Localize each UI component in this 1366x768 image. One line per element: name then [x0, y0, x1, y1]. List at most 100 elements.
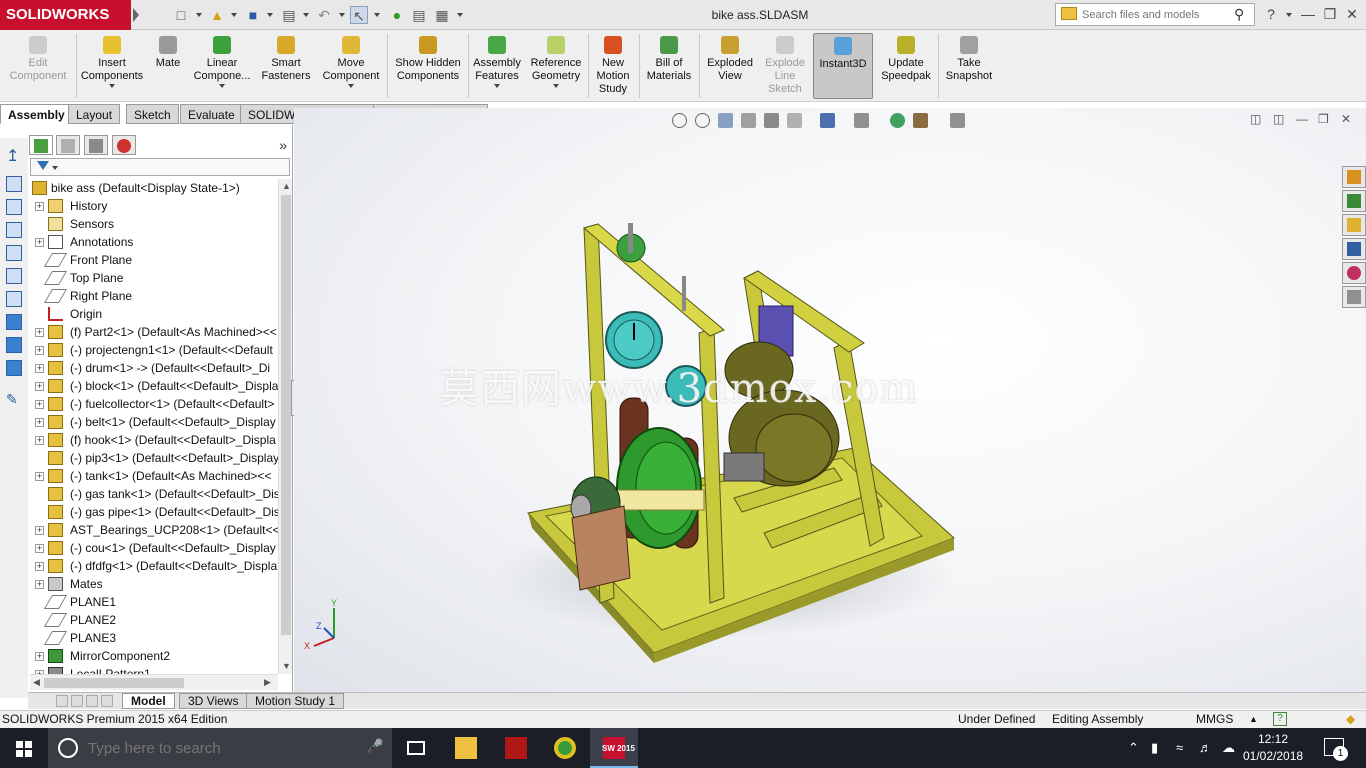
help-button[interactable]: ? — [1273, 712, 1287, 726]
restore-button[interactable]: ❐ — [1320, 4, 1340, 24]
tree-item[interactable]: + Annotations — [28, 233, 278, 251]
solidworks-logo[interactable]: SOLIDWORKS — [0, 0, 131, 30]
move-component-button[interactable]: Move Component — [318, 33, 384, 99]
mate-button[interactable]: Mate — [150, 33, 186, 99]
next-tab-icon[interactable] — [86, 695, 98, 707]
expand-icon[interactable]: + — [35, 202, 44, 211]
tree-item[interactable]: PLANE1 — [28, 593, 278, 611]
new-dropdown-icon[interactable] — [196, 13, 202, 17]
apply-scene-icon[interactable] — [913, 113, 928, 128]
first-tab-icon[interactable] — [56, 695, 68, 707]
volume-icon[interactable]: ♬ — [1199, 740, 1212, 755]
task-pane-appearances[interactable] — [1342, 262, 1366, 284]
tree-item[interactable]: + (f) Part2<1> (Default<As Machined><< — [28, 323, 278, 341]
new-document-icon[interactable]: □ — [172, 6, 190, 24]
onedrive-icon[interactable]: ☁ — [1222, 740, 1235, 756]
unit-system[interactable]: MMGS — [1196, 711, 1233, 728]
task-pane-home[interactable] — [1342, 166, 1366, 188]
search-box[interactable]: ⚲ — [1055, 3, 1255, 26]
right-view-icon[interactable] — [6, 245, 22, 261]
tab-model[interactable]: Model — [122, 693, 175, 709]
tab-evaluate[interactable]: Evaluate — [180, 104, 243, 124]
tree-item[interactable]: + MirrorComponent2 — [28, 647, 278, 665]
graphics-viewport[interactable]: Y X Z 莫西网www.3dmox.com ◫ ◫ — ❐ ✕ — [294, 108, 1366, 693]
tab-feature-manager[interactable] — [29, 135, 53, 155]
tab-sketch[interactable]: Sketch — [126, 104, 179, 124]
wifi-icon[interactable]: ≈ — [1176, 740, 1183, 755]
insert-dropdown-icon[interactable] — [109, 84, 115, 88]
tree-item[interactable]: + (f) hook<1> (Default<<Default>_Displa — [28, 431, 278, 449]
tree-item[interactable]: Top Plane — [28, 269, 278, 287]
tab-3d-views[interactable]: 3D Views — [179, 693, 248, 709]
display-style-icon[interactable] — [820, 113, 835, 128]
tree-item[interactable]: + (-) block<1> (Default<<Default>_Displa — [28, 377, 278, 395]
more-tabs-icon[interactable]: » — [279, 137, 287, 153]
hide-show-items-icon[interactable] — [854, 113, 869, 128]
features-dropdown-icon[interactable] — [494, 84, 500, 88]
expand-icon[interactable]: + — [35, 364, 44, 373]
open-folder-icon[interactable]: ▲ — [208, 6, 226, 24]
expand-icon[interactable]: + — [35, 418, 44, 427]
expand-icon[interactable]: + — [35, 328, 44, 337]
linear-pattern-button[interactable]: Linear Compone... — [190, 33, 254, 99]
taskbar-search[interactable]: 🎤 — [48, 728, 392, 768]
viewport-tile-icon[interactable]: ◫ — [1273, 112, 1284, 126]
clock[interactable]: 12:12 01/02/2018 — [1243, 731, 1303, 765]
expand-icon[interactable]: + — [35, 472, 44, 481]
tree-item[interactable]: + (-) drum<1> -> (Default<<Default>_Di — [28, 359, 278, 377]
reference-dropdown-icon[interactable] — [553, 84, 559, 88]
tree-horizontal-scrollbar[interactable]: ◀ ▶ — [30, 674, 278, 690]
tree-item[interactable]: + History — [28, 197, 278, 215]
new-motion-study-button[interactable]: New Motion Study — [590, 33, 636, 99]
left-view-icon[interactable] — [6, 222, 22, 238]
print-icon[interactable]: ▤ — [280, 6, 298, 24]
instant3d-button[interactable]: Instant3D — [813, 33, 873, 99]
tree-item[interactable]: PLANE3 — [28, 629, 278, 647]
zoom-to-fit-icon[interactable] — [672, 113, 687, 128]
move-dropdown-icon[interactable] — [348, 84, 354, 88]
viewport-restore-icon[interactable]: ❐ — [1318, 112, 1329, 126]
tree-item[interactable]: + (-) dfdfg<1> (Default<<Default>_Displa — [28, 557, 278, 575]
show-hidden-components-button[interactable]: Show Hidden Components — [390, 33, 466, 99]
expand-icon[interactable]: + — [35, 544, 44, 553]
tree-item[interactable]: Front Plane — [28, 251, 278, 269]
back-view-icon[interactable] — [6, 199, 22, 215]
tree-item[interactable]: Right Plane — [28, 287, 278, 305]
tree-item[interactable]: + (-) cou<1> (Default<<Default>_Display — [28, 539, 278, 557]
select-dropdown-icon[interactable] — [374, 13, 380, 17]
dimetric-view-icon[interactable] — [6, 360, 22, 376]
microphone-icon[interactable]: 🎤 — [366, 738, 383, 755]
help-dropdown-icon[interactable] — [1286, 13, 1292, 17]
task-pane-file-explorer[interactable] — [1342, 238, 1366, 260]
scroll-right-icon[interactable]: ▶ — [264, 677, 271, 688]
expand-icon[interactable]: + — [35, 436, 44, 445]
tab-layout[interactable]: Layout — [68, 104, 121, 124]
tree-item[interactable]: + (-) belt<1> (Default<<Default>_Display — [28, 413, 278, 431]
tree-item[interactable]: + AST_Bearings_UCP208<1> (Default<<D — [28, 521, 278, 539]
top-view-icon[interactable] — [6, 268, 22, 284]
help-icon[interactable]: ? — [1261, 4, 1281, 24]
dynamic-annotation-icon[interactable] — [764, 113, 779, 128]
scroll-up-icon[interactable]: ▲ — [282, 181, 291, 191]
file-properties-icon[interactable]: ▤ — [410, 6, 428, 24]
normal-to-icon[interactable]: ↥ — [6, 146, 22, 165]
task-pane-resources[interactable] — [1342, 190, 1366, 212]
tab-display-manager[interactable] — [112, 135, 136, 155]
smart-fasteners-button[interactable]: Smart Fasteners — [256, 33, 316, 99]
section-view-icon[interactable] — [741, 113, 756, 128]
task-pane-custom-properties[interactable] — [1342, 286, 1366, 308]
minimize-button[interactable]: — — [1298, 4, 1318, 24]
scroll-left-icon[interactable]: ◀ — [33, 677, 40, 688]
last-tab-icon[interactable] — [101, 695, 113, 707]
rebuild-icon[interactable]: ● — [388, 6, 406, 24]
tree-item[interactable]: + (-) projectengn1<1> (Default<<Default — [28, 341, 278, 359]
rebuild-status-icon[interactable]: ◆ — [1346, 711, 1355, 728]
tree-vertical-scrollbar[interactable]: ▲ ▼ — [278, 179, 292, 674]
insert-components-button[interactable]: Insert Components — [78, 33, 146, 99]
scroll-thumb[interactable] — [44, 678, 184, 688]
expand-icon[interactable]: + — [35, 382, 44, 391]
tab-assembly[interactable]: Assembly — [0, 104, 73, 124]
tab-motion-study[interactable]: Motion Study 1 — [246, 693, 345, 709]
autocad-app[interactable] — [492, 728, 540, 768]
previous-tab-icon[interactable] — [71, 695, 83, 707]
